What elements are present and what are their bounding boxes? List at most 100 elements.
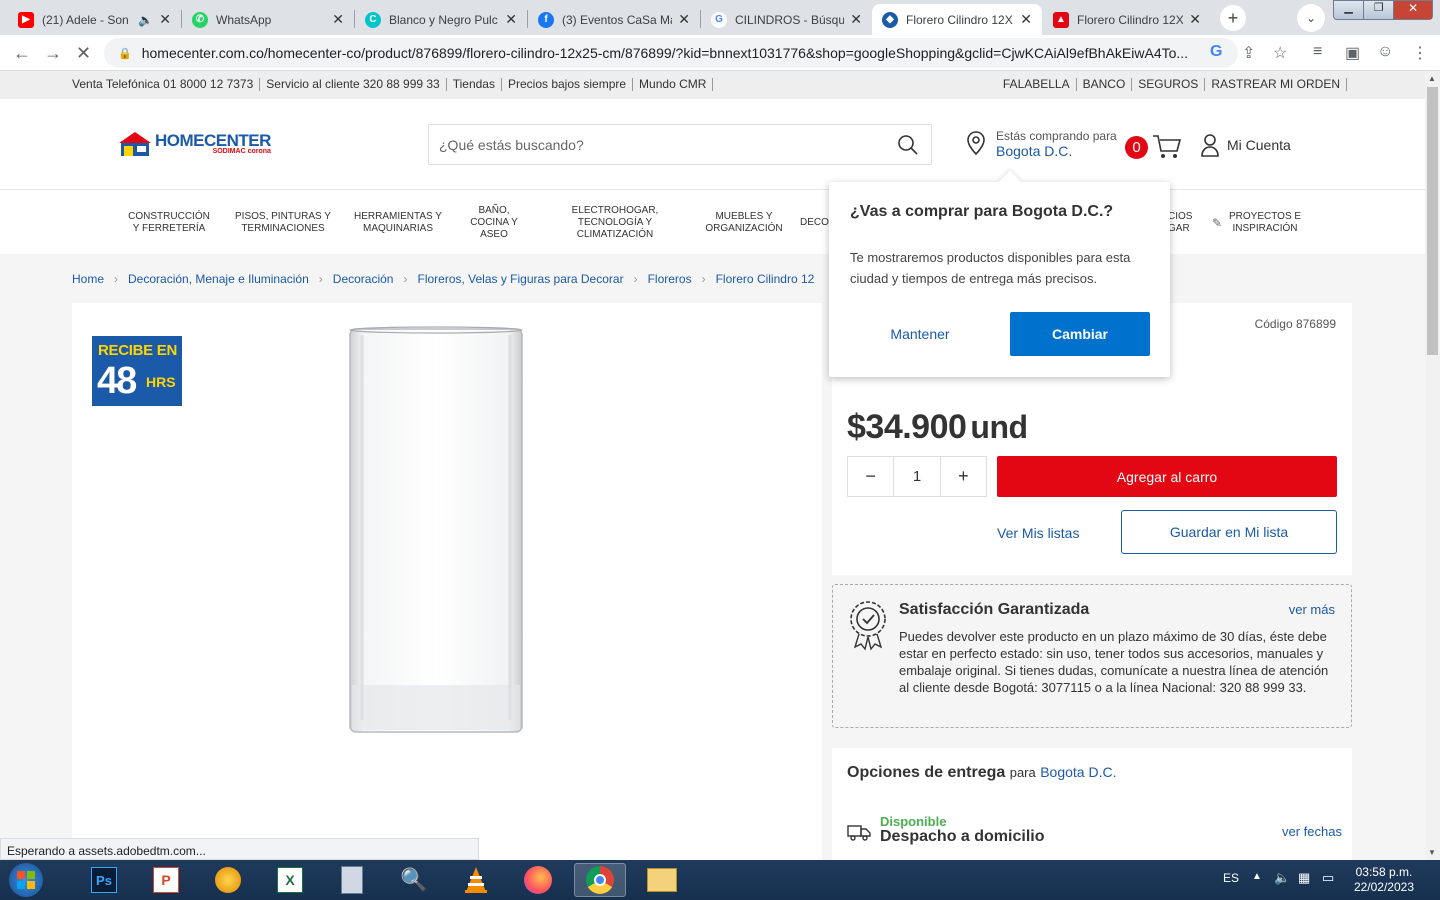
seguros-link[interactable]: SEGUROS — [1132, 78, 1206, 91]
breadcrumb-link[interactable]: Home — [72, 272, 104, 286]
system-clock[interactable]: 03:58 p.m. 22/02/2023 — [1354, 865, 1414, 895]
product-code: Código 876899 — [1254, 317, 1336, 331]
nav-deco[interactable]: DECO — [800, 191, 832, 254]
chrome-taskbar-icon[interactable] — [574, 863, 626, 897]
tray-expand-icon[interactable]: ▲ — [1252, 871, 1262, 882]
vlc-taskbar-icon[interactable] — [450, 863, 502, 897]
new-tab-button[interactable]: + — [1220, 5, 1246, 31]
lock-icon[interactable]: 🔒 — [118, 47, 132, 60]
maximize-button[interactable]: ❐ — [1363, 1, 1393, 19]
excel-taskbar-icon[interactable]: X — [264, 863, 316, 897]
profile-icon[interactable]: ☺ — [1377, 43, 1393, 61]
breadcrumb-link[interactable]: Decoración, Menaje e Iluminación — [128, 272, 309, 286]
close-icon[interactable]: ✕ — [1020, 11, 1032, 28]
forward-icon[interactable]: → — [44, 43, 62, 64]
mundo-cmr-link[interactable]: Mundo CMR — [633, 78, 714, 91]
tab-search-button[interactable]: ⌄ — [1297, 4, 1325, 32]
nav-bano[interactable]: BAÑO, COCINA Y ASEO — [464, 191, 524, 254]
location-city[interactable]: Bogota D.C. — [996, 143, 1117, 159]
search-files-taskbar-icon[interactable]: 🔍 — [388, 863, 440, 897]
browser-tab[interactable]: G CILINDROS - Búsque ✕ — [701, 4, 872, 35]
track-order-link[interactable]: RASTREAR MI ORDEN — [1205, 78, 1347, 91]
browser-tab[interactable]: ▶ (21) Adele - Son 🔈 ✕ — [8, 4, 181, 35]
page-scrollbar[interactable]: ▲ ▼ — [1425, 71, 1440, 860]
close-icon[interactable]: ✕ — [505, 11, 517, 28]
see-dates-link[interactable]: ver fechas — [1282, 824, 1342, 839]
search-icon[interactable] — [897, 134, 919, 156]
media-player-taskbar-icon[interactable] — [202, 863, 254, 897]
cart-button[interactable]: 0 — [1125, 134, 1182, 160]
location-confirm-popup: ¿Vas a comprar para Bogota D.C.? Te most… — [829, 170, 1170, 377]
close-icon[interactable]: ✕ — [678, 11, 690, 28]
falabella-link[interactable]: FALABELLA — [997, 78, 1077, 91]
side-panel-icon[interactable]: ▣ — [1345, 43, 1360, 63]
close-icon[interactable]: ✕ — [850, 11, 862, 28]
nav-proyectos[interactable]: ✎ PROYECTOS E INSPIRACIÓN — [1212, 191, 1302, 254]
homecenter-logo[interactable]: HOMECENTER SODIMAC corona — [118, 131, 271, 157]
breadcrumb-link[interactable]: Floreros, Velas y Figuras para Decorar — [417, 272, 623, 286]
browser-tab[interactable]: f (3) Eventos CaSa Ma ✕ — [528, 4, 700, 35]
quantity-input[interactable]: 1 — [893, 457, 941, 496]
close-window-button[interactable]: ✕ — [1393, 1, 1432, 19]
close-icon[interactable]: ✕ — [1189, 11, 1201, 28]
nav-servicios[interactable]: CIOS GAR — [1168, 191, 1198, 254]
action-center-icon[interactable]: ▭ — [1322, 870, 1334, 886]
nav-herramientas[interactable]: HERRAMIENTAS Y MAQUINARIAS — [351, 191, 445, 254]
banco-link[interactable]: BANCO — [1077, 78, 1133, 91]
browser-tab[interactable]: ✆ WhatsApp ✕ — [182, 4, 354, 35]
menu-icon[interactable]: ⋮ — [1412, 43, 1428, 63]
decrease-button[interactable]: − — [848, 457, 893, 496]
network-icon[interactable]: ▦ — [1298, 870, 1310, 886]
language-indicator[interactable]: ES — [1223, 871, 1239, 885]
photoshop-taskbar-icon[interactable]: Ps — [78, 863, 130, 897]
file-explorer-taskbar-icon[interactable] — [636, 863, 688, 897]
low-prices-link[interactable]: Precios bajos siempre — [502, 78, 634, 91]
volume-icon[interactable]: 🔈 — [1274, 870, 1290, 886]
guarantee-badge-icon — [850, 601, 886, 651]
see-more-link[interactable]: ver más — [1289, 602, 1335, 617]
scrollbar-thumb[interactable] — [1427, 87, 1438, 355]
product-price: $34.900 und — [847, 408, 1028, 447]
reading-list-icon[interactable]: ≡ — [1313, 43, 1322, 61]
badge-number: 48 — [97, 360, 137, 402]
customer-service-link[interactable]: Servicio al cliente 320 88 999 33 — [260, 78, 447, 91]
stores-link[interactable]: Tiendas — [447, 78, 502, 91]
search-input[interactable]: ¿Qué estás buscando? — [428, 124, 932, 165]
save-to-list-button[interactable]: Guardar en Mi lista — [1121, 510, 1337, 554]
account-button[interactable]: Mi Cuenta — [1200, 133, 1291, 157]
glass-vase-image[interactable] — [342, 325, 532, 737]
increase-button[interactable]: + — [941, 457, 986, 496]
popup-title: ¿Vas a comprar para Bogota D.C.? — [850, 203, 1114, 220]
delivery-city-link[interactable]: Bogota D.C. — [1040, 764, 1116, 780]
start-button[interactable] — [0, 863, 52, 897]
account-label: Mi Cuenta — [1227, 137, 1291, 153]
bookmark-star-icon[interactable]: ☆ — [1273, 43, 1287, 63]
browser-tab[interactable]: C Blanco y Negro Pulc ✕ — [355, 4, 527, 35]
minimize-button[interactable]: ▁ — [1334, 1, 1363, 19]
firefox-taskbar-icon[interactable] — [512, 863, 564, 897]
breadcrumb-link[interactable]: Decoración — [333, 272, 394, 286]
calculator-taskbar-icon[interactable] — [326, 863, 378, 897]
nav-construccion[interactable]: CONSTRUCCIÓN Y FERRETERÍA — [125, 191, 213, 254]
location-selector[interactable]: Estás comprando para Bogota D.C. — [966, 129, 1117, 159]
stop-icon[interactable]: ✕ — [76, 43, 91, 64]
google-lens-icon[interactable]: G — [1210, 43, 1222, 61]
close-icon[interactable]: ✕ — [332, 11, 344, 28]
breadcrumb-link[interactable]: Floreros — [648, 272, 692, 286]
add-to-cart-button[interactable]: Agregar al carro — [997, 456, 1337, 497]
powerpoint-taskbar-icon[interactable]: P — [140, 863, 192, 897]
nav-electrohogar[interactable]: ELECTROHOGAR, TECNOLOGÍA Y CLIMATIZACIÓN — [562, 191, 668, 254]
nav-pisos[interactable]: PISOS, PINTURAS Y TERMINACIONES — [232, 191, 334, 254]
keep-location-button[interactable]: Mantener — [850, 312, 990, 356]
back-icon[interactable]: ← — [13, 43, 31, 64]
browser-tab[interactable]: ▲ Florero Cilindro 12X ✕ — [1043, 4, 1211, 35]
phone-sales-link[interactable]: Venta Telefónica 01 8000 12 7373 — [72, 78, 261, 91]
share-icon[interactable]: ⇪ — [1242, 43, 1255, 63]
close-icon[interactable]: ✕ — [159, 11, 171, 28]
change-location-button[interactable]: Cambiar — [1010, 312, 1150, 356]
browser-tab-active[interactable]: ◆ Florero Cilindro 12X ✕ — [872, 4, 1042, 35]
view-lists-link[interactable]: Ver Mis listas — [997, 525, 1079, 541]
speaker-icon[interactable]: 🔈 — [138, 13, 153, 27]
nav-muebles[interactable]: MUEBLES Y ORGANIZACIÓN — [700, 191, 788, 254]
url-input[interactable]: 🔒 homecenter.com.co/homecenter-co/produc… — [104, 38, 1238, 68]
